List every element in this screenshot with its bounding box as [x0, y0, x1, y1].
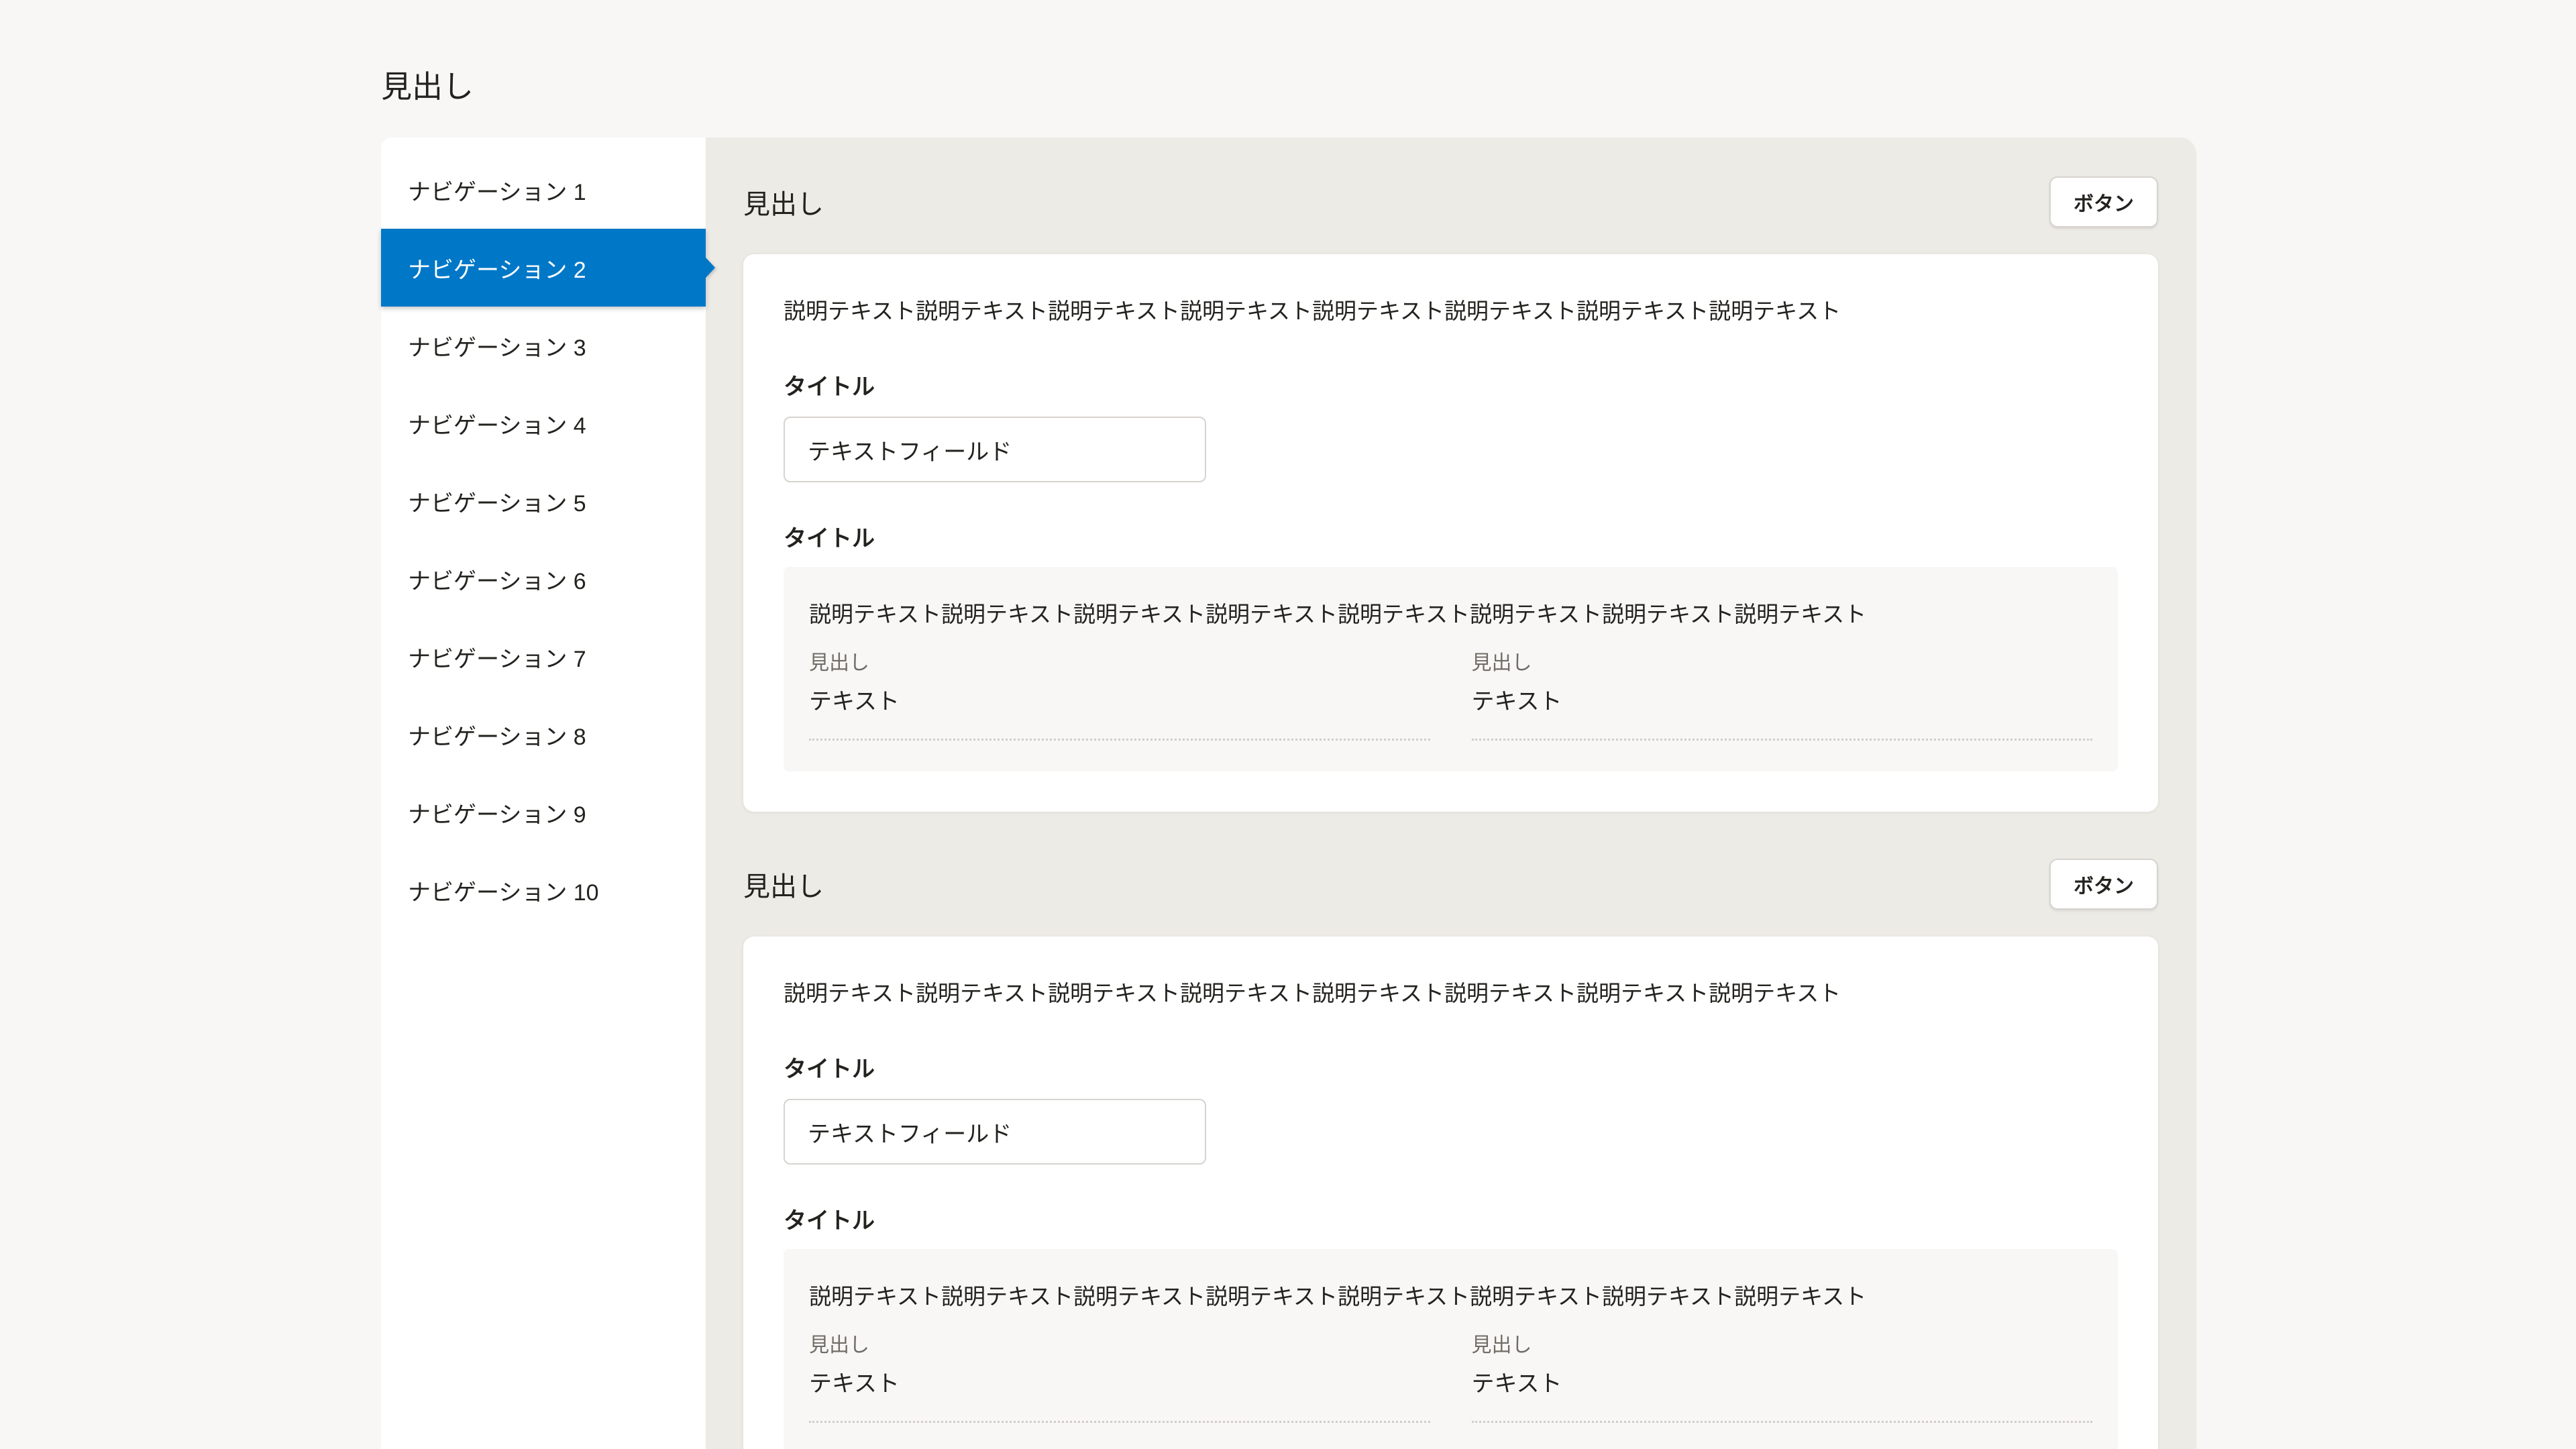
page-title: 見出し — [381, 68, 474, 105]
section-2-button[interactable]: ボタン — [2049, 859, 2158, 910]
subcard-description: 説明テキスト説明テキスト説明テキスト説明テキスト説明テキスト説明テキスト説明テキ… — [809, 1280, 2092, 1313]
sidebar-item-3[interactable]: ナビゲーション 3 — [381, 307, 706, 384]
subsection-label: タイトル — [784, 1206, 2118, 1236]
sidebar-item-8[interactable]: ナビゲーション 8 — [381, 696, 706, 773]
section-1-heading: 見出し — [743, 182, 824, 221]
sidebar-item-2-active[interactable]: ナビゲーション 2 — [381, 229, 706, 307]
section-2: 見出し ボタン 説明テキスト説明テキスト説明テキスト説明テキスト説明テキスト説明… — [743, 859, 2158, 1449]
text-field[interactable] — [784, 1099, 1206, 1165]
sidebar-item-5[interactable]: ナビゲーション 5 — [381, 462, 706, 540]
section-1: 見出し ボタン 説明テキスト説明テキスト説明テキスト説明テキスト説明テキスト説明… — [743, 176, 2158, 812]
definition-value: テキスト — [1472, 686, 2093, 717]
definition-item: 見出し テキスト — [1472, 650, 2093, 741]
section-2-heading: 見出し — [743, 865, 824, 904]
subcard-description: 説明テキスト説明テキスト説明テキスト説明テキスト説明テキスト説明テキスト説明テキ… — [809, 598, 2092, 631]
layout: ナビゲーション 1 ナビゲーション 2 ナビゲーション 3 ナビゲーション 4 … — [381, 138, 2196, 1449]
field-label: タイトル — [784, 1055, 2118, 1084]
text-field[interactable] — [784, 417, 1206, 482]
definition-value: テキスト — [1472, 1368, 2093, 1399]
definition-value: テキスト — [809, 1368, 1430, 1399]
definition-item: 見出し テキスト — [1472, 1332, 2093, 1423]
card-description: 説明テキスト説明テキスト説明テキスト説明テキスト説明テキスト説明テキスト説明テキ… — [784, 977, 2118, 1010]
definition-value: テキスト — [809, 686, 1430, 717]
field-label: タイトル — [784, 372, 2118, 402]
definition-term: 見出し — [1472, 1332, 2093, 1359]
definition-term: 見出し — [1472, 650, 2093, 677]
definition-term: 見出し — [809, 650, 1430, 677]
subcard: 説明テキスト説明テキスト説明テキスト説明テキスト説明テキスト説明テキスト説明テキ… — [784, 567, 2118, 771]
sidebar-item-6[interactable]: ナビゲーション 6 — [381, 540, 706, 618]
definition-list: 見出し テキスト 見出し テキスト — [809, 650, 2092, 741]
section-2-card: 説明テキスト説明テキスト説明テキスト説明テキスト説明テキスト説明テキスト説明テキ… — [743, 936, 2158, 1449]
sidebar-item-4[interactable]: ナビゲーション 4 — [381, 384, 706, 462]
subcard: 説明テキスト説明テキスト説明テキスト説明テキスト説明テキスト説明テキスト説明テキ… — [784, 1249, 2118, 1449]
sidebar: ナビゲーション 1 ナビゲーション 2 ナビゲーション 3 ナビゲーション 4 … — [381, 138, 706, 1449]
section-1-header: 見出し ボタン — [743, 176, 2158, 227]
main-panel: 見出し ボタン 説明テキスト説明テキスト説明テキスト説明テキスト説明テキスト説明… — [706, 138, 2196, 1449]
definition-item: 見出し テキスト — [809, 1332, 1430, 1423]
definition-list: 見出し テキスト 見出し テキスト — [809, 1332, 2092, 1423]
section-1-card: 説明テキスト説明テキスト説明テキスト説明テキスト説明テキスト説明テキスト説明テキ… — [743, 254, 2158, 812]
subsection-label: タイトル — [784, 524, 2118, 553]
sidebar-item-9[interactable]: ナビゲーション 9 — [381, 773, 706, 851]
definition-item: 見出し テキスト — [809, 650, 1430, 741]
sidebar-item-10[interactable]: ナビゲーション 10 — [381, 851, 706, 929]
definition-term: 見出し — [809, 1332, 1430, 1359]
card-description: 説明テキスト説明テキスト説明テキスト説明テキスト説明テキスト説明テキスト説明テキ… — [784, 294, 2118, 328]
sidebar-item-1[interactable]: ナビゲーション 1 — [381, 151, 706, 229]
sidebar-item-7[interactable]: ナビゲーション 7 — [381, 618, 706, 696]
section-1-button[interactable]: ボタン — [2049, 176, 2158, 227]
section-2-header: 見出し ボタン — [743, 859, 2158, 910]
